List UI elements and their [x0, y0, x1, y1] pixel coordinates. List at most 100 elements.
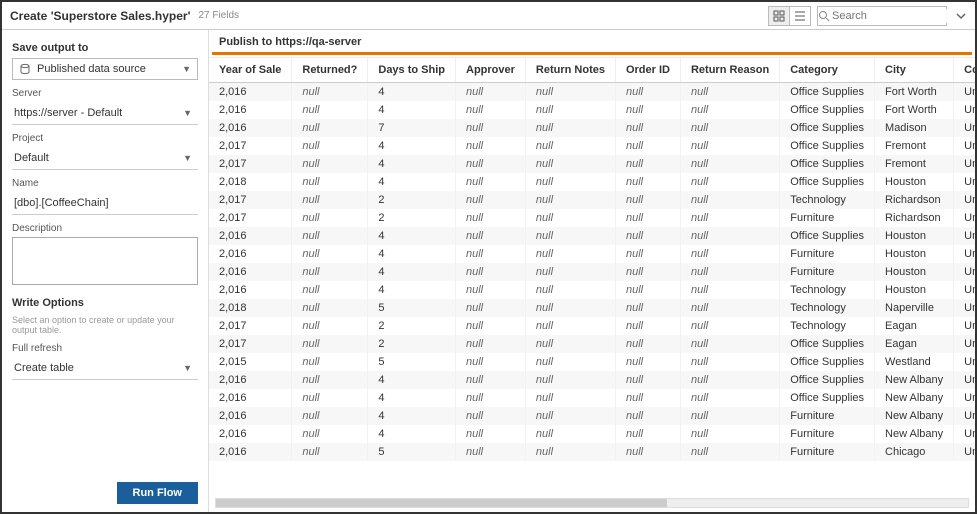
- table-cell: Technology: [780, 317, 875, 335]
- table-cell: null: [525, 83, 615, 102]
- table-cell: null: [525, 371, 615, 389]
- table-row[interactable]: 2,018null4nullnullnullnullOffice Supplie…: [209, 173, 975, 191]
- table-row[interactable]: 2,016null4nullnullnullnullFurnitureNew A…: [209, 407, 975, 425]
- table-cell: 2,016: [209, 389, 292, 407]
- table-cell: null: [456, 191, 526, 209]
- table-cell: 2,016: [209, 371, 292, 389]
- table-cell: null: [680, 245, 779, 263]
- project-dropdown[interactable]: Default ▼: [12, 147, 198, 169]
- table-cell: Houston: [875, 263, 954, 281]
- table-row[interactable]: 2,016null4nullnullnullnullTechnologyHous…: [209, 281, 975, 299]
- column-header[interactable]: City: [875, 58, 954, 83]
- table-cell: null: [292, 299, 368, 317]
- table-cell: null: [292, 191, 368, 209]
- table-cell: Houston: [875, 173, 954, 191]
- table-row[interactable]: 2,016null4nullnullnullnullFurnitureHoust…: [209, 263, 975, 281]
- chevron-down-icon: ▼: [183, 363, 192, 373]
- table-row[interactable]: 2,016null4nullnullnullnullOffice Supplie…: [209, 371, 975, 389]
- table-cell: null: [292, 227, 368, 245]
- table-row[interactable]: 2,017null2nullnullnullnullTechnologyEaga…: [209, 317, 975, 335]
- table-cell: null: [456, 245, 526, 263]
- column-header[interactable]: Order ID: [615, 58, 680, 83]
- table-cell: null: [680, 209, 779, 227]
- column-header[interactable]: Returned?: [292, 58, 368, 83]
- table-cell: null: [680, 371, 779, 389]
- column-header[interactable]: Approver: [456, 58, 526, 83]
- table-row[interactable]: 2,017null2nullnullnullnullOffice Supplie…: [209, 335, 975, 353]
- table-cell: United States: [954, 281, 975, 299]
- table-cell: Richardson: [875, 209, 954, 227]
- table-cell: null: [615, 245, 680, 263]
- column-header[interactable]: Country: [954, 58, 975, 83]
- table-cell: null: [680, 317, 779, 335]
- table-cell: null: [680, 443, 779, 461]
- description-textarea[interactable]: [12, 237, 198, 285]
- table-cell: null: [292, 353, 368, 371]
- table-cell: 4: [368, 137, 456, 155]
- table-row[interactable]: 2,016null4nullnullnullnullFurnitureHoust…: [209, 245, 975, 263]
- run-flow-button[interactable]: Run Flow: [117, 482, 199, 504]
- data-table-scroll[interactable]: Year of SaleReturned?Days to ShipApprove…: [209, 57, 975, 498]
- column-header[interactable]: Year of Sale: [209, 58, 292, 83]
- view-grid-button[interactable]: [768, 6, 790, 26]
- table-cell: 4: [368, 155, 456, 173]
- save-output-label: Save output to: [12, 42, 198, 54]
- table-cell: United States: [954, 101, 975, 119]
- table-cell: null: [680, 299, 779, 317]
- column-header[interactable]: Return Reason: [680, 58, 779, 83]
- table-row[interactable]: 2,017null4nullnullnullnullOffice Supplie…: [209, 137, 975, 155]
- table-cell: Fort Worth: [875, 101, 954, 119]
- table-cell: null: [615, 263, 680, 281]
- table-cell: 2,017: [209, 191, 292, 209]
- horizontal-scrollbar[interactable]: [209, 498, 975, 512]
- save-output-dropdown[interactable]: Published data source ▼: [12, 58, 198, 80]
- grid-icon: [773, 10, 785, 22]
- table-row[interactable]: 2,018null5nullnullnullnullTechnologyNape…: [209, 299, 975, 317]
- table-cell: null: [615, 83, 680, 102]
- table-row[interactable]: 2,017null2nullnullnullnullTechnologyRich…: [209, 191, 975, 209]
- table-row[interactable]: 2,017null2nullnullnullnullFurnitureRicha…: [209, 209, 975, 227]
- table-cell: 5: [368, 443, 456, 461]
- table-cell: United States: [954, 173, 975, 191]
- table-cell: null: [292, 425, 368, 443]
- table-cell: null: [680, 425, 779, 443]
- list-icon: [794, 10, 806, 22]
- table-cell: null: [525, 263, 615, 281]
- table-cell: null: [615, 101, 680, 119]
- write-options-hint: Select an option to create or update you…: [12, 315, 198, 335]
- table-row[interactable]: 2,015null5nullnullnullnullOffice Supplie…: [209, 353, 975, 371]
- table-row[interactable]: 2,016null4nullnullnullnullOffice Supplie…: [209, 389, 975, 407]
- table-cell: Office Supplies: [780, 137, 875, 155]
- expand-toggle[interactable]: [955, 10, 967, 22]
- column-header[interactable]: Days to Ship: [368, 58, 456, 83]
- table-cell: 2,016: [209, 245, 292, 263]
- table-cell: null: [292, 137, 368, 155]
- table-row[interactable]: 2,016null4nullnullnullnullOffice Supplie…: [209, 83, 975, 102]
- column-header[interactable]: Category: [780, 58, 875, 83]
- table-cell: 2,017: [209, 317, 292, 335]
- table-row[interactable]: 2,016null7nullnullnullnullOffice Supplie…: [209, 119, 975, 137]
- table-cell: 4: [368, 263, 456, 281]
- table-row[interactable]: 2,016null4nullnullnullnullOffice Supplie…: [209, 101, 975, 119]
- table-row[interactable]: 2,016null4nullnullnullnullFurnitureNew A…: [209, 425, 975, 443]
- table-row[interactable]: 2,016null4nullnullnullnullOffice Supplie…: [209, 227, 975, 245]
- table-row[interactable]: 2,017null4nullnullnullnullOffice Supplie…: [209, 155, 975, 173]
- column-header[interactable]: Return Notes: [525, 58, 615, 83]
- view-list-button[interactable]: [789, 6, 811, 26]
- table-cell: Furniture: [780, 443, 875, 461]
- name-field[interactable]: [dbo].[CoffeeChain]: [12, 192, 198, 214]
- table-cell: Houston: [875, 227, 954, 245]
- table-cell: null: [456, 335, 526, 353]
- table-cell: null: [292, 209, 368, 227]
- table-cell: Office Supplies: [780, 353, 875, 371]
- refresh-dropdown[interactable]: Create table ▼: [12, 357, 198, 379]
- server-label: Server: [12, 88, 198, 99]
- table-cell: null: [615, 407, 680, 425]
- table-row[interactable]: 2,016null5nullnullnullnullFurnitureChica…: [209, 443, 975, 461]
- table-cell: Houston: [875, 281, 954, 299]
- table-cell: null: [615, 353, 680, 371]
- server-dropdown[interactable]: https://server - Default ▼: [12, 102, 198, 124]
- table-cell: null: [456, 83, 526, 102]
- name-label: Name: [12, 178, 198, 189]
- table-cell: Madison: [875, 119, 954, 137]
